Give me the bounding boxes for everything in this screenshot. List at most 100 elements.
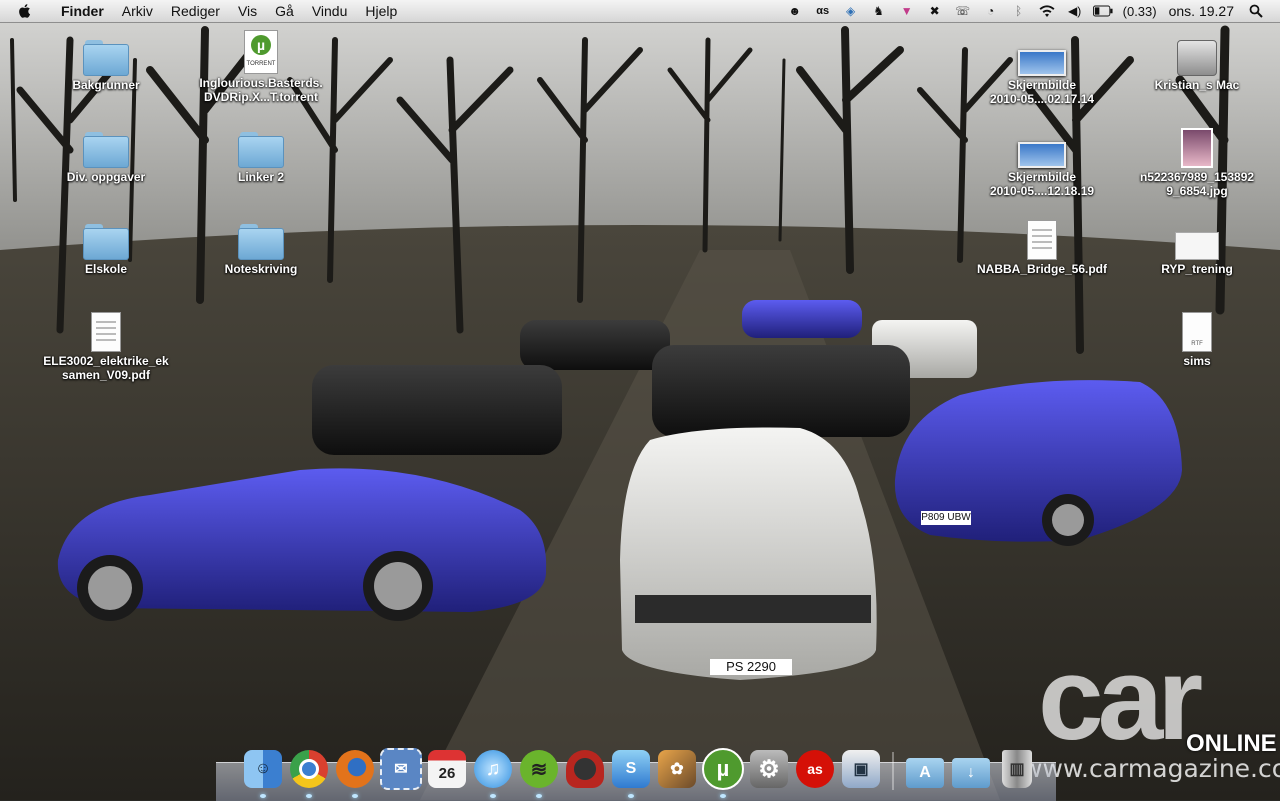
desktop-icon-screenshot-1[interactable]: Skjermbilde 2010-05....02.17.14 — [967, 30, 1117, 106]
desktop-icon-torrent-file[interactable]: µ TORRENT Inglourious.Basterds. DVDRip.X.… — [186, 28, 336, 104]
desktop-icon-label: NABBA_Bridge_56.pdf — [976, 262, 1108, 276]
desktop-icon-label: Noteskriving — [224, 262, 298, 276]
desktop-icon-div-oppgaver[interactable]: Div. oppgaver — [31, 122, 181, 184]
torrent-file-icon: µ TORRENT — [244, 30, 278, 74]
menu-hjelp[interactable]: Hjelp — [356, 0, 406, 22]
dropbox-icon[interactable]: ◈ — [841, 3, 861, 19]
desktop-wallpaper: car ONLINE www.carmagazine.co.uk PS 2290… — [0, 0, 1280, 800]
menu-vindu[interactable]: Vindu — [303, 0, 357, 22]
dock-downloads-stack[interactable]: ↓ — [950, 748, 992, 790]
folder-icon — [238, 132, 284, 168]
menu-arkiv[interactable]: Arkiv — [113, 0, 162, 22]
desktop-icon-label: RYP_trening — [1161, 262, 1233, 276]
folder-icon — [83, 224, 129, 260]
dock-spotify[interactable]: ≋ — [518, 748, 560, 798]
evernote-icon[interactable]: ♞ — [869, 3, 889, 19]
screenshot-thumbnail-icon — [1018, 50, 1066, 76]
desktop-icon-label: Elskole — [84, 262, 128, 276]
folder-icon — [83, 40, 129, 76]
license-plate-front: PS 2290 — [710, 659, 792, 675]
dock-trash[interactable]: ▥ — [996, 748, 1038, 790]
lastfm-icon: as — [796, 750, 834, 788]
volume-icon[interactable]: ◀) — [1065, 3, 1085, 19]
desktop-icon-label: Inglourious.Basterds. DVDRip.X...T.torre… — [199, 76, 323, 104]
desktop-icon-noteskriving[interactable]: Noteskriving — [186, 214, 336, 276]
apple-menu-icon[interactable] — [16, 2, 34, 20]
growl-icon[interactable]: ✖ — [925, 3, 945, 19]
menu-vis[interactable]: Vis — [229, 0, 266, 22]
itunes-icon: ♫ — [474, 750, 512, 788]
dock-utorrent[interactable]: µ — [702, 748, 744, 798]
phone-icon[interactable]: ☏ — [953, 3, 973, 19]
dock: ☺ ✉ 26 ♫ ≋ S ✿ µ ⚙ as ▣ A ↓ ▥ — [240, 740, 1040, 798]
spotify-icon: ≋ — [520, 750, 558, 788]
preview-icon: ▣ — [842, 750, 880, 788]
desktop-icon-bakgrunner[interactable]: Bakgrunner — [31, 30, 181, 92]
desktop-icon-photo-jpg[interactable]: n522367989_153892 9_6854.jpg — [1122, 122, 1272, 198]
dock-chrome[interactable] — [288, 748, 330, 798]
trash-icon: ▥ — [1002, 750, 1032, 788]
battery-percentage[interactable]: (0.33) — [1123, 4, 1157, 19]
desktop-icon-sims[interactable]: RTF sims — [1122, 306, 1272, 368]
desktop-icon-elskole[interactable]: Elskole — [31, 214, 181, 276]
desktop-icon-label: Div. oppgaver — [66, 170, 146, 184]
firefox-icon — [336, 750, 374, 788]
vpn-icon[interactable]: ▼ — [897, 3, 917, 19]
desktop-icon-linker-2[interactable]: Linker 2 — [186, 122, 336, 184]
ninja-app-icon — [566, 750, 604, 788]
dock-firefox[interactable] — [334, 748, 376, 798]
downloads-stack-icon: ↓ — [952, 758, 990, 788]
dock-separator — [892, 752, 894, 790]
menu-bar: Finder Arkiv Rediger Vis Gå Vindu Hjelp … — [0, 0, 1280, 23]
utorrent-icon: µ — [702, 748, 744, 790]
dock-ical[interactable]: 26 — [426, 748, 468, 790]
dock-itunes[interactable]: ♫ — [472, 748, 514, 798]
desktop-icon-kristians-mac[interactable]: Kristian_s Mac — [1122, 30, 1272, 92]
desktop-icon-label: Kristian_s Mac — [1154, 78, 1240, 92]
dock-applications-stack[interactable]: A — [904, 748, 946, 790]
dock-finder[interactable]: ☺ — [242, 748, 284, 798]
screenshot-thumbnail-icon — [1018, 142, 1066, 168]
pdf-document-icon — [91, 312, 121, 352]
dock-adium[interactable] — [564, 748, 606, 790]
desktop-icon-label: sims — [1183, 354, 1211, 368]
applications-stack-icon: A — [906, 758, 944, 788]
calendar-icon: 26 — [428, 750, 466, 788]
time-machine-icon[interactable]: ◔ — [981, 3, 1001, 19]
bluetooth-icon[interactable]: ᛒ — [1009, 3, 1029, 19]
wifi-icon[interactable] — [1037, 3, 1057, 19]
gear-icon: ⚙ — [750, 750, 788, 788]
finder-icon: ☺ — [244, 750, 282, 788]
menubar-clock[interactable]: ons. 19.27 — [1169, 3, 1234, 19]
desktop-icon-nabba-pdf[interactable]: NABBA_Bridge_56.pdf — [967, 214, 1117, 276]
battery-icon[interactable] — [1092, 3, 1113, 19]
dock-iphoto[interactable]: ✿ — [656, 748, 698, 790]
desktop-icon-label: Skjermbilde 2010-05....02.17.14 — [989, 78, 1095, 106]
watermark-url: www.carmagazine.co.uk — [1022, 754, 1280, 783]
desktop-icon-screenshot-2[interactable]: Skjermbilde 2010-05....12.18.19 — [967, 122, 1117, 198]
pdf-document-icon — [1027, 220, 1057, 260]
dock-lastfm[interactable]: as — [794, 748, 836, 790]
watermark-car: car — [1038, 633, 1203, 765]
menu-ga[interactable]: Gå — [266, 0, 303, 22]
desktop-icon-ryp-trening[interactable]: RYP_trening — [1122, 214, 1272, 276]
iphoto-icon: ✿ — [658, 750, 696, 788]
photo-thumbnail-icon — [1181, 128, 1213, 168]
chrome-icon — [290, 750, 328, 788]
dock-skype[interactable]: S — [610, 748, 652, 798]
rtf-document-icon: RTF — [1182, 312, 1212, 352]
monkey-icon[interactable]: ☻ — [785, 3, 805, 19]
menu-app-finder[interactable]: Finder — [52, 0, 113, 22]
desktop-icon-label: n522367989_153892 9_6854.jpg — [1139, 170, 1255, 198]
mail-stamp-icon: ✉ — [380, 748, 422, 790]
desktop-icon-label: Bakgrunner — [72, 78, 140, 92]
lastfm-icon[interactable]: αs — [813, 3, 833, 19]
spotlight-icon[interactable] — [1246, 3, 1266, 19]
folder-icon — [238, 224, 284, 260]
dock-system-preferences[interactable]: ⚙ — [748, 748, 790, 790]
desktop-icon-ele3002-pdf[interactable]: ELE3002_elektrike_ek samen_V09.pdf — [31, 306, 181, 382]
dock-mail[interactable]: ✉ — [380, 748, 422, 790]
desktop-icon-label: Linker 2 — [237, 170, 285, 184]
menu-rediger[interactable]: Rediger — [162, 0, 229, 22]
dock-preview[interactable]: ▣ — [840, 748, 882, 790]
